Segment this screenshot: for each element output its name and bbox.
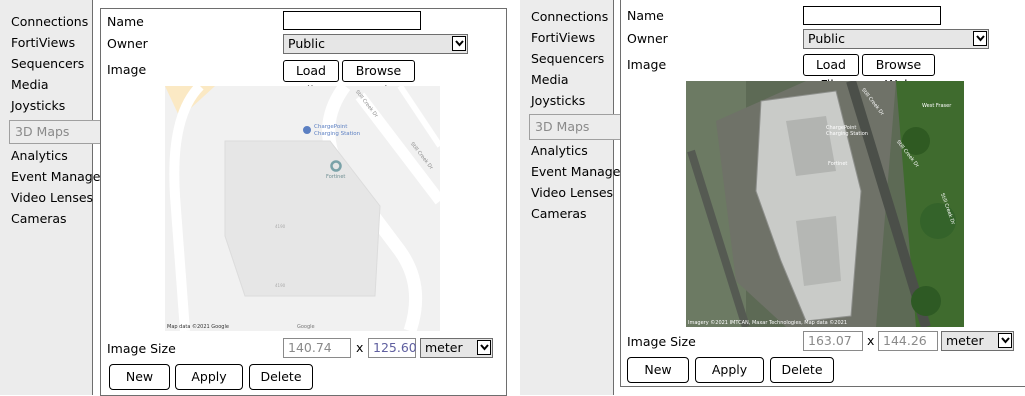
sidebar-item-sequencers[interactable]: Sequencers [531, 48, 604, 69]
sidebar-item-media[interactable]: Media [531, 69, 569, 90]
sidebar-item-cameras[interactable]: Cameras [531, 203, 587, 224]
chevron-down-icon[interactable] [477, 340, 491, 355]
sidebar-item-3d-maps[interactable]: 3D Maps [529, 114, 621, 140]
owner-select[interactable]: Public [283, 34, 468, 54]
left-panel: Connections FortiViews Sequencers Media … [0, 0, 510, 396]
delete-button[interactable]: Delete [249, 364, 313, 390]
sat-corner-label: West Fraser [922, 103, 952, 109]
new-button[interactable]: New [109, 364, 170, 390]
times-separator: x [356, 340, 364, 355]
sidebar-item-cameras[interactable]: Cameras [11, 208, 67, 229]
name-label: Name [627, 8, 664, 23]
owner-label: Owner [627, 31, 668, 46]
unit-value: meter [946, 333, 984, 348]
sidebar-item-event-manager[interactable]: Event Manager [11, 166, 106, 187]
image-label: Image [627, 57, 667, 72]
owner-select[interactable]: Public [803, 29, 989, 49]
image-label: Image [107, 62, 147, 77]
name-input[interactable] [283, 11, 421, 30]
image-size-label: Image Size [107, 341, 176, 356]
owner-value: Public [288, 36, 325, 51]
sidebar-item-event-manager[interactable]: Event Manager [531, 161, 626, 182]
satellite-image [686, 81, 964, 327]
times-separator: x [867, 333, 875, 348]
image-width-input[interactable]: 163.07 [803, 331, 863, 351]
chevron-down-icon[interactable] [998, 333, 1012, 348]
chevron-down-icon[interactable] [452, 36, 466, 51]
chevron-down-icon[interactable] [973, 31, 987, 46]
satellite-attribution: Imagery ©2021 IMTCAN, Maxar Technologies… [688, 320, 848, 326]
sidebar-item-analytics[interactable]: Analytics [531, 140, 588, 161]
map-preview: ChargePoint Charging Station Fortinet St… [165, 86, 440, 331]
unit-value: meter [425, 340, 463, 355]
building-label-2: 4190 [275, 283, 286, 288]
sat-poi-label-2: Charging Station [826, 131, 868, 137]
image-width-input[interactable]: 140.74 [283, 338, 351, 358]
image-height-input[interactable]: 125.60 [368, 338, 417, 358]
sat-fortinet-label: Fortinet [828, 161, 848, 167]
load-file-button[interactable]: Load File [803, 54, 859, 92]
unit-select[interactable]: meter [941, 331, 1014, 351]
sidebar-item-analytics[interactable]: Analytics [11, 145, 68, 166]
google-logo: Google [297, 324, 315, 330]
satellite-preview: Still Creek Dr Still Creek Dr Still Cree… [686, 81, 964, 327]
name-input[interactable] [803, 6, 941, 25]
sidebar-item-connections[interactable]: Connections [11, 11, 88, 32]
load-file-button[interactable]: Load File [283, 60, 339, 98]
delete-button[interactable]: Delete [770, 357, 834, 383]
new-button[interactable]: New [627, 357, 689, 383]
owner-value: Public [808, 31, 845, 46]
sidebar-item-joysticks[interactable]: Joysticks [531, 90, 585, 111]
sidebar-item-fortiviews[interactable]: FortiViews [11, 32, 75, 53]
browse-web-button[interactable]: Browse Web [342, 60, 415, 98]
name-label: Name [107, 14, 144, 29]
sidebar-item-video-lenses[interactable]: Video Lenses [531, 182, 613, 203]
sidebar-divider [613, 0, 614, 395]
poi-charging-label-1: ChargePoint [314, 124, 348, 130]
apply-button[interactable]: Apply [175, 364, 243, 390]
right-panel: Connections FortiViews Sequencers Media … [520, 0, 1025, 395]
map-attribution: Map data ©2021 Google [167, 324, 229, 330]
apply-button[interactable]: Apply [695, 357, 764, 383]
sidebar-item-sequencers[interactable]: Sequencers [11, 53, 84, 74]
browse-web-button[interactable]: Browse Web [862, 54, 935, 92]
owner-label: Owner [107, 36, 148, 51]
sidebar-item-fortiviews[interactable]: FortiViews [531, 27, 595, 48]
poi-charging-label-2: Charging Station [314, 131, 361, 137]
sidebar-item-connections[interactable]: Connections [531, 6, 608, 27]
unit-select[interactable]: meter [420, 338, 493, 358]
sidebar-item-media[interactable]: Media [11, 74, 49, 95]
image-height-input[interactable]: 144.26 [878, 331, 938, 351]
sidebar-item-video-lenses[interactable]: Video Lenses [11, 187, 93, 208]
image-size-label: Image Size [627, 334, 696, 349]
poi-fortinet-label: Fortinet [326, 174, 346, 180]
sidebar-item-joysticks[interactable]: Joysticks [11, 95, 65, 116]
map-image [165, 86, 440, 331]
sidebar-item-3d-maps[interactable]: 3D Maps [9, 120, 100, 144]
building-label-1: 4190 [275, 224, 286, 229]
